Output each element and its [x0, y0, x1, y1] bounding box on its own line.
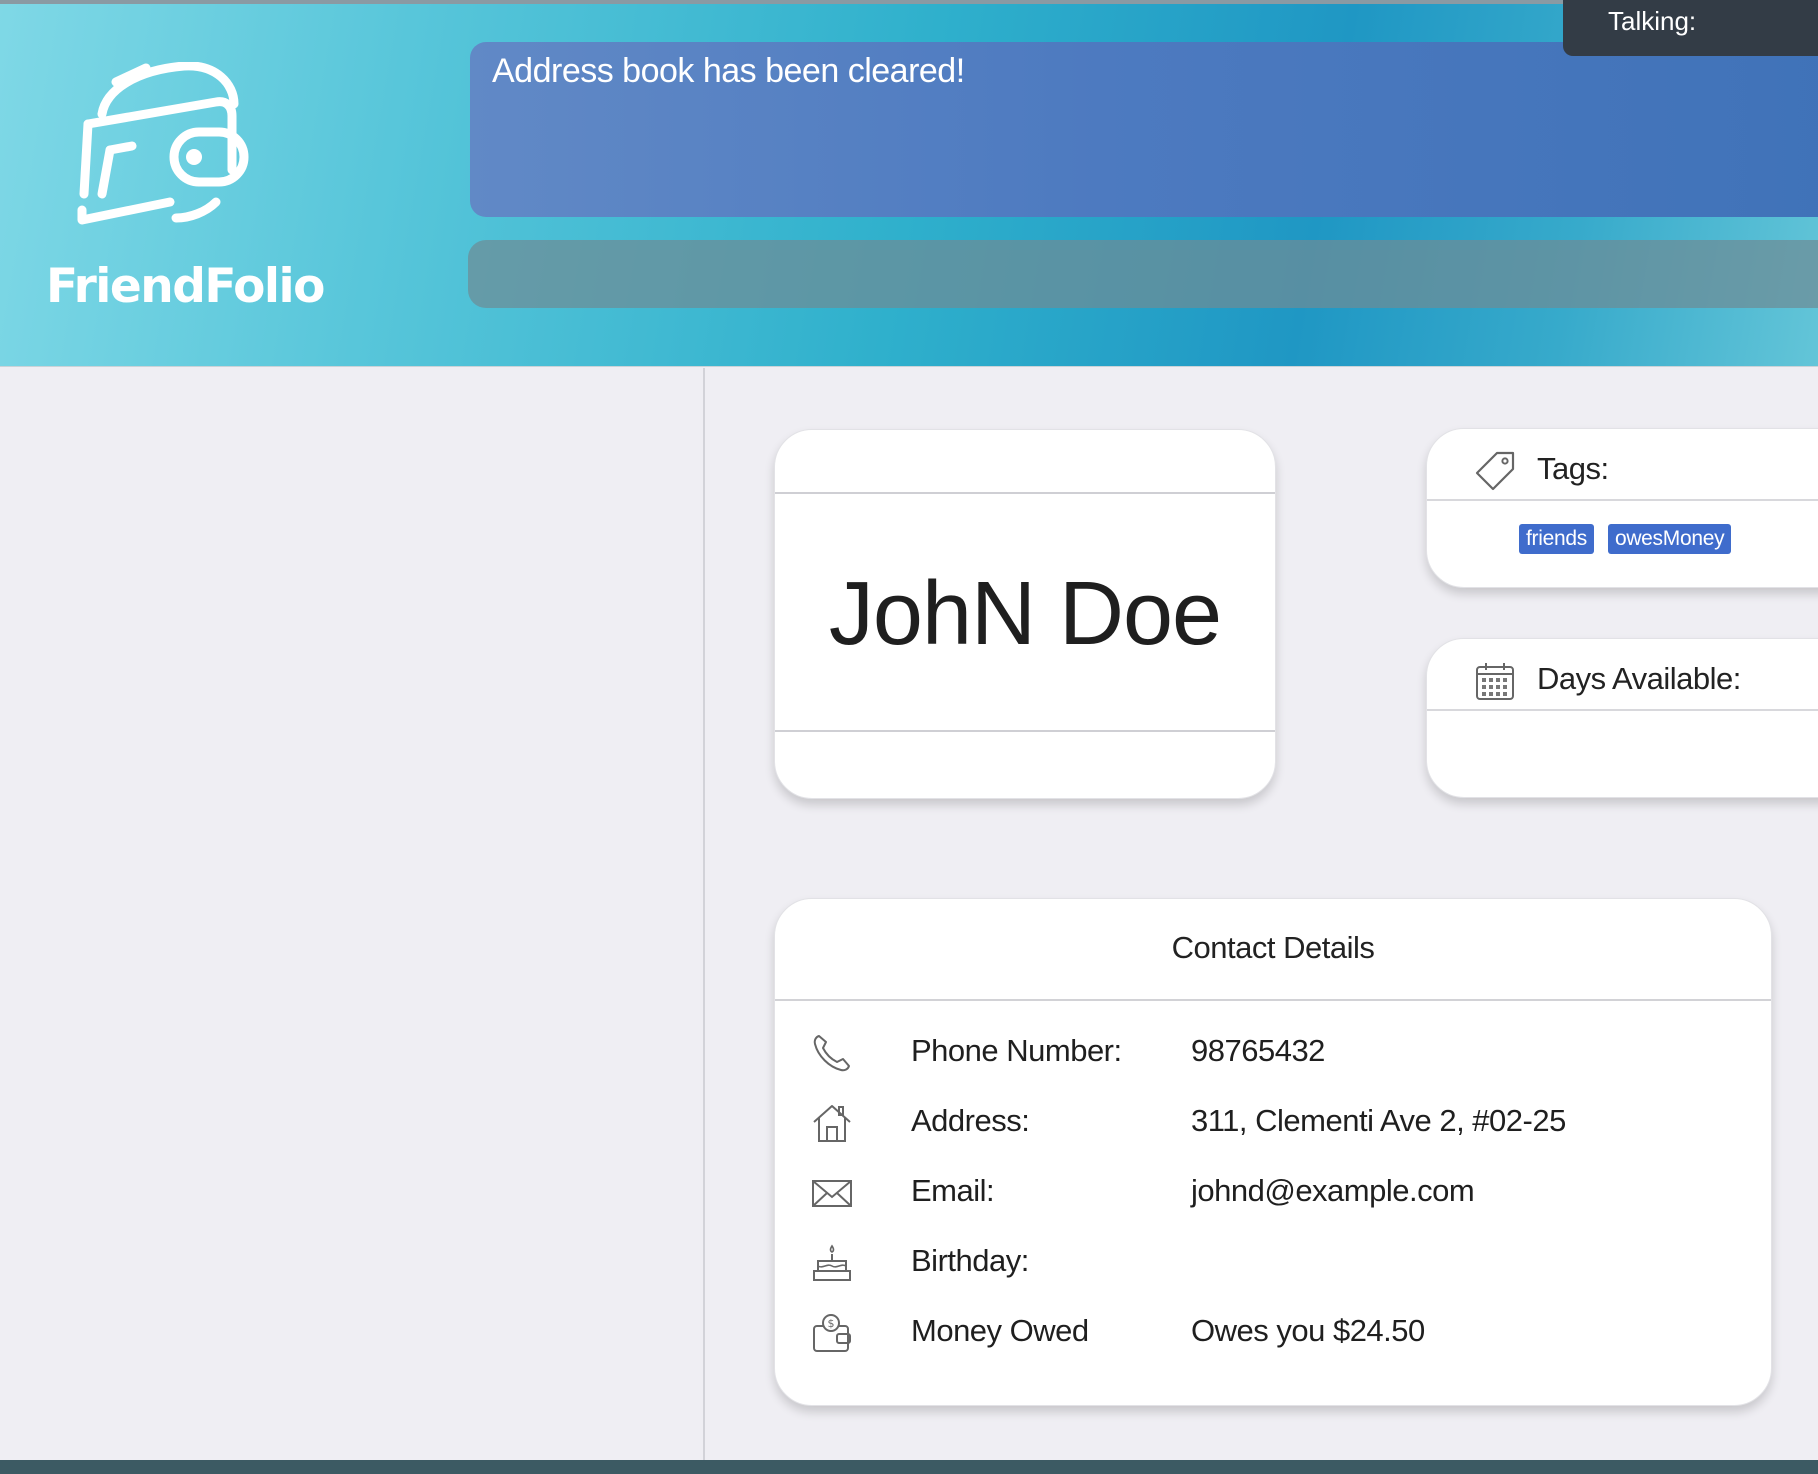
- app-logo: FriendFolio: [46, 62, 325, 322]
- panel-divider[interactable]: [703, 368, 705, 1460]
- command-input[interactable]: [468, 240, 1818, 308]
- tag-icon: [1475, 451, 1515, 491]
- person-name: JohN Doe: [828, 564, 1222, 664]
- mail-icon: [812, 1180, 852, 1207]
- days-available-title: Days Available:: [1537, 661, 1741, 696]
- contact-row-address: Address: 311, Clementi Ave 2, #02-25: [811, 1097, 1751, 1147]
- phone-icon: [813, 1035, 850, 1072]
- name-card-bottom-divider: [775, 730, 1275, 732]
- money-owed-label: Money Owed: [911, 1313, 1089, 1348]
- app-header: FriendFolio Address book has been cleare…: [0, 4, 1818, 367]
- tags-card: Tags: friends owesMoney: [1426, 428, 1818, 588]
- result-message: Address book has been cleared!: [492, 52, 965, 90]
- tags-divider: [1427, 499, 1818, 501]
- money-owed-value: Owes you $24.50: [1191, 1313, 1425, 1348]
- contact-details-title: Contact Details: [1171, 930, 1375, 965]
- contact-row-birthday: Birthday:: [811, 1237, 1751, 1287]
- calendar-icon: [1476, 663, 1514, 700]
- contact-details-card: Contact Details Phone Number: 98765432 A…: [774, 898, 1772, 1406]
- contact-row-money-owed: $ Money Owed Owes you $24.50: [811, 1307, 1751, 1357]
- contact-row-phone: Phone Number: 98765432: [811, 1027, 1751, 1077]
- home-icon: [813, 1105, 851, 1142]
- phone-value: 98765432: [1191, 1033, 1325, 1068]
- cake-icon: [813, 1244, 851, 1281]
- tag-owes-money: owesMoney: [1607, 524, 1732, 554]
- email-label: Email:: [911, 1173, 995, 1208]
- svg-text:$: $: [828, 1317, 835, 1330]
- days-available-card: Days Available:: [1426, 638, 1818, 798]
- app-name: FriendFolio: [46, 259, 325, 314]
- person-name-card: JohN Doe: [774, 429, 1276, 799]
- talking-indicator: Talking:: [1563, 0, 1818, 56]
- result-display: Address book has been cleared!: [470, 42, 1818, 217]
- days-divider: [1427, 709, 1818, 711]
- birthday-label: Birthday:: [911, 1243, 1029, 1278]
- address-value: 311, Clementi Ave 2, #02-25: [1191, 1103, 1566, 1138]
- contact-row-email: Email: johnd@example.com: [811, 1167, 1751, 1217]
- wallet-logo-icon: [77, 62, 249, 225]
- tag-friends: friends: [1519, 524, 1594, 554]
- talking-label: Talking:: [1608, 6, 1697, 36]
- phone-label: Phone Number:: [911, 1033, 1122, 1068]
- tags-title: Tags:: [1537, 451, 1609, 486]
- name-card-top-divider: [775, 492, 1275, 494]
- email-value: johnd@example.com: [1191, 1173, 1475, 1208]
- bottom-status-bar: [0, 1460, 1818, 1474]
- wallet-money-icon: $: [813, 1314, 851, 1352]
- tag-list: friends owesMoney: [1519, 524, 1732, 554]
- contact-details-divider: [775, 999, 1771, 1001]
- address-label: Address:: [911, 1103, 1030, 1138]
